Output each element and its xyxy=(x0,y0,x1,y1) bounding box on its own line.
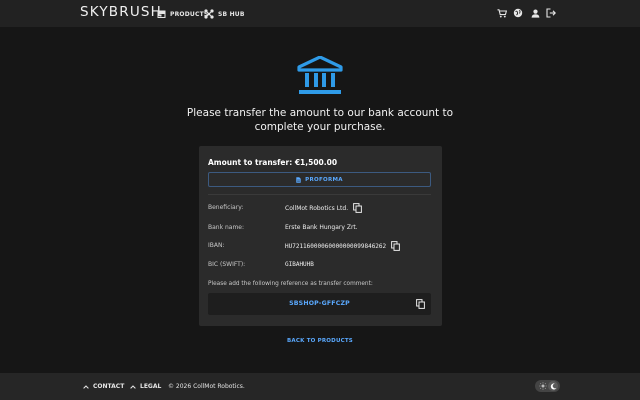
copy-icon[interactable] xyxy=(416,299,425,309)
footer-contact-label: CONTACT xyxy=(93,383,125,390)
drone-icon xyxy=(204,9,214,19)
reference-note: Please add the following reference as tr… xyxy=(208,281,373,287)
footer-contact[interactable]: CONTACT xyxy=(83,383,124,390)
theme-toggle[interactable] xyxy=(535,380,560,392)
reference-box: SBSHOP-GFFCZP xyxy=(208,293,431,315)
chevron-up-icon xyxy=(83,384,89,389)
chevron-up-icon xyxy=(130,384,136,389)
cart-icon[interactable] xyxy=(497,8,507,18)
bank-name-value: Erste Bank Hungary Zrt. xyxy=(285,224,358,231)
divider xyxy=(208,194,431,195)
amount-value: €1,500.00 xyxy=(294,158,338,167)
footer: CONTACT LEGAL © 2026 CollMot Robotics. xyxy=(0,373,640,400)
bic-value-row: GIBAHUHB xyxy=(285,261,314,268)
footer-legal[interactable]: LEGAL xyxy=(130,383,161,390)
theme-toggle-knob xyxy=(548,381,558,391)
reference-code: SBSHOP-GFFCZP xyxy=(289,300,350,307)
moon-icon xyxy=(550,382,556,389)
amount-label: Amount to transfer: xyxy=(208,158,293,167)
store-icon xyxy=(157,10,166,18)
language-icon[interactable] xyxy=(513,8,523,18)
nav-hub-label: SB HUB xyxy=(218,10,245,18)
copy-icon[interactable] xyxy=(391,241,401,251)
footer-legal-label: LEGAL xyxy=(140,383,162,390)
bank-transfer-card: Amount to transfer: €1,500.00 PROFORMA B… xyxy=(199,146,442,326)
document-icon xyxy=(296,176,301,183)
bank-icon xyxy=(297,56,343,94)
nav-products-label: PRODUCTS xyxy=(170,10,209,18)
iban-value-row: HU72116000060000000099846262 xyxy=(285,241,401,251)
beneficiary-label: Beneficiary: xyxy=(208,204,244,211)
iban-value: HU72116000060000000099846262 xyxy=(285,242,387,250)
user-icon[interactable] xyxy=(530,8,540,18)
amount-to-transfer: Amount to transfer: €1,500.00 xyxy=(208,158,337,167)
bank-name-value-row: Erste Bank Hungary Zrt. xyxy=(285,224,358,231)
copyright: © 2026 CollMot Robotics. xyxy=(168,383,245,390)
beneficiary-value-row: CollMot Robotics Ltd. xyxy=(285,203,363,213)
bic-value: GIBAHUHB xyxy=(285,261,314,268)
copy-icon[interactable] xyxy=(353,203,363,213)
logout-icon[interactable] xyxy=(546,8,556,18)
transfer-instructions: Please transfer the amount to our bank a… xyxy=(186,107,454,133)
sun-icon xyxy=(539,382,547,390)
iban-label: IBAN: xyxy=(208,242,225,249)
top-navbar: SKYBRUSH PRODUCTS SB HUB xyxy=(0,0,640,27)
nav-sb-hub[interactable]: SB HUB xyxy=(204,8,245,20)
proforma-button[interactable]: PROFORMA xyxy=(208,172,431,187)
bank-name-label: Bank name: xyxy=(208,224,245,231)
nav-products[interactable]: PRODUCTS xyxy=(157,8,208,20)
bic-label: BIC (SWIFT): xyxy=(208,261,246,268)
brand-logo[interactable]: SKYBRUSH xyxy=(80,4,162,20)
proforma-label: PROFORMA xyxy=(305,176,343,183)
back-to-products-link[interactable]: BACK TO PRODUCTS xyxy=(270,338,370,344)
beneficiary-value: CollMot Robotics Ltd. xyxy=(285,204,349,212)
